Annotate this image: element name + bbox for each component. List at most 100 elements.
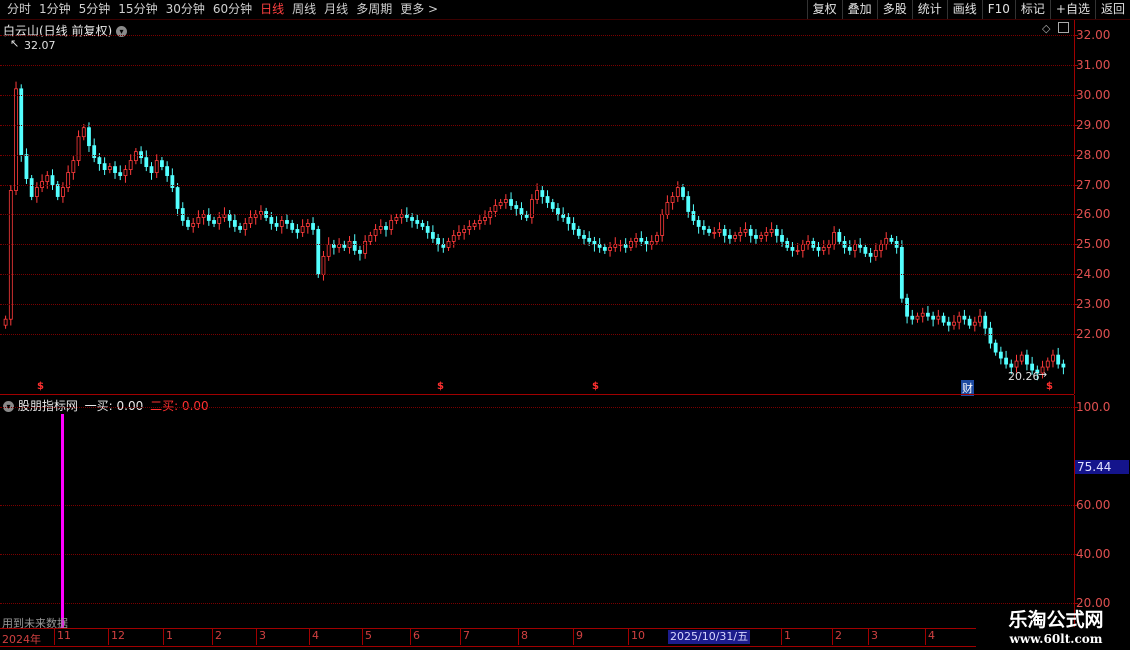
candle-body [602, 246, 607, 251]
tab-multi-period[interactable]: 多周期 [352, 1, 396, 18]
candle-body [910, 315, 915, 320]
candle-body [832, 232, 837, 245]
high-price-arrow: ↖ [10, 37, 20, 50]
candle-body [8, 190, 13, 320]
period-toolbar: 分时 1分钟 5分钟 15分钟 30分钟 60分钟 日线 周线 月线 多周期 更… [0, 0, 1130, 20]
candle-body [931, 315, 936, 320]
adjust-button[interactable]: 复权 [806, 0, 842, 19]
indicator-gridline [0, 504, 1074, 506]
candle-body [378, 226, 383, 230]
candle-body [790, 246, 795, 251]
tab-timeshare[interactable]: 分时 [3, 1, 35, 18]
candle-body [170, 175, 175, 188]
tab-5min[interactable]: 5分钟 [75, 1, 115, 18]
stats-button[interactable]: 统计 [911, 0, 947, 19]
dividend-marker[interactable]: $ [437, 381, 444, 392]
candle-body [764, 232, 769, 236]
f10-button[interactable]: F10 [981, 0, 1015, 19]
candle-body [899, 246, 904, 299]
candle-body [503, 199, 508, 203]
candle-body [238, 226, 242, 230]
month-tick [460, 629, 461, 645]
candle-body [186, 220, 190, 227]
panel-separator [0, 394, 1074, 395]
mark-button[interactable]: 标记 [1014, 0, 1050, 19]
candle-body [300, 226, 305, 233]
month-label: 10 [631, 629, 645, 642]
candle-body [686, 196, 691, 212]
dividend-marker[interactable]: $ [1046, 381, 1053, 392]
candle-body [988, 327, 993, 344]
candle-body [217, 217, 222, 224]
overlay-button[interactable]: 叠加 [841, 0, 877, 19]
month-label: 3 [871, 629, 878, 642]
candle-body [655, 235, 659, 242]
candle-body [420, 223, 425, 227]
tab-1min[interactable]: 1分钟 [35, 1, 75, 18]
tab-30min[interactable]: 30分钟 [162, 1, 209, 18]
month-label: 8 [521, 629, 528, 642]
candle-body [795, 249, 800, 252]
candle-body [873, 249, 878, 257]
candle-body [97, 157, 102, 165]
price-gridline [0, 124, 1074, 126]
month-tick [163, 629, 164, 645]
price-gridline [0, 94, 1074, 96]
candle-body [451, 235, 456, 242]
candle-body [1009, 363, 1014, 368]
tab-weekly[interactable]: 周线 [288, 1, 320, 18]
candle-body [983, 315, 988, 329]
candle-body [675, 187, 680, 197]
month-label: 4 [928, 629, 935, 642]
candle-body [821, 246, 826, 251]
candle-body [514, 205, 519, 209]
dividend-marker[interactable]: $ [37, 381, 44, 392]
tab-more[interactable]: 更多 > [396, 1, 442, 18]
back-button[interactable]: 返回 [1094, 0, 1130, 19]
candle-body [290, 223, 295, 230]
price-gridline [0, 64, 1074, 66]
candle-body [363, 241, 368, 254]
candle-body [384, 226, 388, 230]
candle-body [467, 226, 472, 230]
month-tick [362, 629, 363, 645]
multi-stock-button[interactable]: 多股 [876, 0, 912, 19]
candle-body [14, 88, 18, 191]
candle-body [936, 315, 941, 320]
tab-monthly[interactable]: 月线 [320, 1, 352, 18]
indicator-gridline [0, 553, 1074, 555]
price-tick-label: 23.00 [1076, 297, 1111, 312]
candle-body [55, 184, 60, 197]
candle-body [550, 202, 555, 209]
dividend-marker[interactable]: $ [592, 381, 599, 392]
price-gridline [0, 34, 1074, 36]
candle-body [868, 252, 873, 257]
month-label: 12 [111, 629, 125, 642]
candle-body [582, 235, 586, 239]
candle-body [311, 223, 315, 230]
month-label: 3 [259, 629, 266, 642]
candle-body [863, 246, 868, 254]
candle-body [472, 223, 477, 227]
add-watchlist-button[interactable]: +自选 [1049, 0, 1095, 19]
candle-body [191, 223, 196, 227]
candle-body [269, 217, 274, 224]
month-label: 5 [365, 629, 372, 642]
candle-body [847, 246, 852, 251]
draw-line-button[interactable]: 画线 [946, 0, 982, 19]
watermark-url: www.60lt.com [1009, 632, 1103, 646]
candle-body [946, 321, 951, 326]
candle-body [212, 220, 216, 224]
month-label: 1 [784, 629, 791, 642]
indicator-title[interactable]: ▾ 股朋指标网 一买: 0.00 二买: 0.00 [3, 397, 209, 414]
candle-body [998, 351, 1003, 359]
tab-daily[interactable]: 日线 [256, 1, 288, 18]
candle-body [248, 217, 253, 224]
tab-15min[interactable]: 15分钟 [114, 1, 161, 18]
candle-body [967, 318, 972, 326]
candle-body [587, 238, 592, 242]
candle-body [769, 229, 774, 233]
tab-60min[interactable]: 60分钟 [209, 1, 256, 18]
candle-body [425, 226, 430, 233]
candle-body [941, 315, 946, 323]
